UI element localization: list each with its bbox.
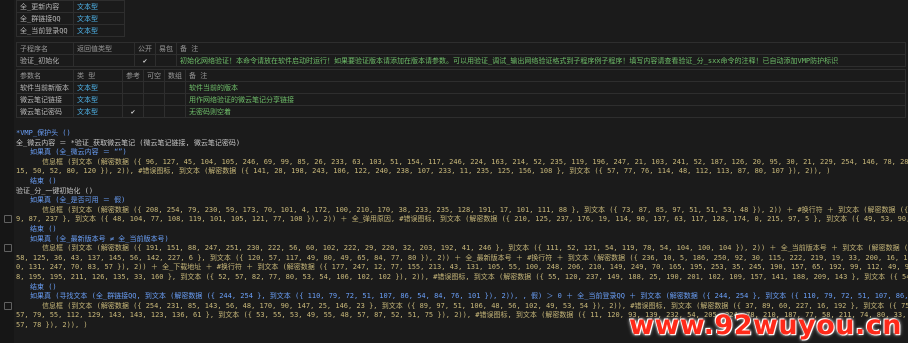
param-name: 软件当前新版本: [16, 81, 74, 94]
header-cell: 参数名: [16, 69, 74, 82]
param-array[interactable]: [164, 105, 186, 118]
table-row[interactable]: 微云笔记链接 文本型 用作网络验证的微云笔记分享链接: [16, 93, 906, 106]
table-row[interactable]: 全_更新内容 文本型: [16, 0, 125, 13]
code-line[interactable]: 如果真 (寻找文本 (全_群链接QQ, 到文本 (解密数据 ({ 244, 25…: [16, 292, 908, 302]
param-name: 微云笔记密码: [16, 105, 74, 118]
table-header-row: 子程序名 返回值类型 公开 易包 备 注: [16, 42, 906, 55]
table-row[interactable]: 全_群链接QQ 文本型: [16, 12, 125, 25]
fold-toggle-icon[interactable]: [4, 244, 12, 252]
code-line[interactable]: 0, 131, 247, 70, 83, 57 }), 2)) ＋ 全_下载地址…: [16, 263, 908, 273]
header-cell: 参考: [122, 69, 144, 82]
var-name: 全_群链接QQ: [16, 12, 74, 25]
code-line[interactable]: 如果真 (全_是否可用 ＝ 假): [16, 196, 908, 206]
sub-name: 验证_初始化: [16, 54, 74, 67]
public-check[interactable]: ✔: [134, 54, 156, 67]
param-nullable[interactable]: [143, 81, 165, 94]
table-header-row: 参数名 类 型 参考 可空 数组 备 注: [16, 69, 906, 82]
code-line[interactable]: 58, 125, 36, 43, 137, 145, 56, 142, 227,…: [16, 254, 908, 264]
global-var-table: 全_更新内容 文本型 全_群链接QQ 文本型 全_当前登录QQ 文本型: [16, 0, 125, 37]
param-comment: 软件当前的版本: [185, 81, 906, 94]
header-cell: 类 型: [73, 69, 123, 82]
param-type: 文本型: [73, 81, 123, 94]
param-ref[interactable]: [122, 93, 144, 106]
var-type: 文本型: [73, 0, 125, 13]
header-cell: 公开: [134, 42, 156, 55]
var-name: 全_更新内容: [16, 0, 74, 13]
subroutine-table: 子程序名 返回值类型 公开 易包 备 注 验证_初始化 ✔ 初始化网络验证！本命…: [16, 42, 906, 67]
code-line[interactable]: 结束 (): [16, 225, 908, 235]
code-line[interactable]: 如果真 (全_最新版本号 ≠ 全_当前版本号): [16, 235, 908, 245]
param-type: 文本型: [73, 93, 123, 106]
param-nullable[interactable]: [143, 105, 165, 118]
code-line[interactable]: 9, 87, 237 }, 到文本 ({ 48, 104, 77, 108, 1…: [16, 215, 908, 225]
easy-pack-cell: [155, 54, 177, 67]
fold-toggle-icon[interactable]: [4, 302, 12, 310]
sub-comment: 初始化网络验证！本命令请放在软件启动时运行！如果要验证版本请添加在版本请参数。可…: [176, 54, 906, 67]
line-gutter: [0, 0, 14, 343]
code-editor[interactable]: *VMP_保护头 () 全_微云内容 ＝ *验证_获取微云笔记 (微云笔记链接,…: [16, 129, 908, 330]
code-line[interactable]: 全_微云内容 ＝ *验证_获取微云笔记 (微云笔记链接, 微云笔记密码): [16, 139, 908, 149]
var-type: 文本型: [73, 24, 125, 37]
code-line[interactable]: 信息框 (到文本 (解密数据 ({ 191, 151, 88, 247, 251…: [16, 244, 908, 254]
param-name: 微云笔记链接: [16, 93, 74, 106]
code-line[interactable]: 信息框 (到文本 (解密数据 ({ 208, 254, 79, 230, 59,…: [16, 206, 908, 216]
code-line[interactable]: *VMP_保护头 (): [16, 129, 908, 139]
param-ref[interactable]: ✔: [122, 105, 144, 118]
fold-toggle-icon[interactable]: [4, 215, 12, 223]
code-line[interactable]: 结束 (): [16, 283, 908, 293]
param-array[interactable]: [164, 81, 186, 94]
watermark-logo: www.92wuyou.cn: [629, 310, 902, 341]
var-type: 文本型: [73, 12, 125, 25]
header-cell: 数组: [164, 69, 186, 82]
param-nullable[interactable]: [143, 93, 165, 106]
header-cell: 备 注: [176, 42, 906, 55]
code-line[interactable]: 结束 (): [16, 177, 908, 187]
table-row[interactable]: 微云笔记密码 文本型 ✔ 无密码则空着: [16, 105, 906, 118]
code-line[interactable]: 信息框 (到文本 (解密数据 ({ 96, 127, 45, 104, 105,…: [16, 158, 908, 168]
table-row[interactable]: 验证_初始化 ✔ 初始化网络验证！本命令请放在软件启动时运行！如果要验证版本请添…: [16, 54, 906, 67]
param-type: 文本型: [73, 105, 123, 118]
param-array[interactable]: [164, 93, 186, 106]
header-cell: 返回值类型: [73, 42, 135, 55]
header-cell: 可空: [143, 69, 165, 82]
table-row[interactable]: 软件当前新版本 文本型 软件当前的版本: [16, 81, 906, 94]
param-table: 参数名 类 型 参考 可空 数组 备 注 软件当前新版本 文本型 软件当前的版本…: [16, 69, 906, 118]
code-line[interactable]: 验证_分_一键初始化 (): [16, 187, 908, 197]
var-name: 全_当前登录QQ: [16, 24, 74, 37]
header-cell: 子程序名: [16, 42, 74, 55]
param-ref[interactable]: [122, 81, 144, 94]
header-cell: 易包: [155, 42, 177, 55]
code-line[interactable]: 8, 195, 195, 211, 126, 135, 33, 160 }, 到…: [16, 273, 908, 283]
code-line[interactable]: 15, 50, 52, 80, 120 }), 2)), #错误图标, 到文本 …: [16, 167, 908, 177]
param-comment: 无密码则空着: [185, 105, 906, 118]
header-cell: 备 注: [185, 69, 906, 82]
code-line[interactable]: 如果真 (全_微云内容 ＝ “”): [16, 148, 908, 158]
table-row[interactable]: 全_当前登录QQ 文本型: [16, 24, 125, 37]
sub-return-type: [73, 54, 135, 67]
param-comment: 用作网络验证的微云笔记分享链接: [185, 93, 906, 106]
